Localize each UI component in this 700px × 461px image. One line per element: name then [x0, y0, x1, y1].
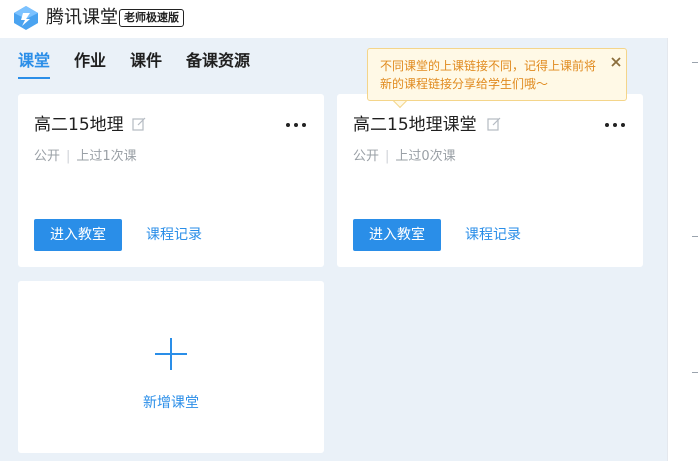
- right-side-panel: [667, 38, 700, 461]
- meta-separator: |: [66, 149, 71, 164]
- edition-badge: 老师极速版: [119, 9, 184, 27]
- class-session-count: 上过1次课: [76, 149, 137, 164]
- class-title: 高二15地理: [34, 115, 124, 135]
- class-status: 公开: [34, 149, 61, 164]
- app-logo-icon: [14, 6, 38, 30]
- active-tab-indicator: [18, 77, 50, 79]
- tab-homework[interactable]: 作业: [74, 49, 106, 73]
- tab-lesson-resources[interactable]: 备课资源: [186, 49, 250, 73]
- course-record-link[interactable]: 课程记录: [465, 225, 521, 245]
- class-status: 公开: [353, 149, 380, 164]
- more-options-icon[interactable]: [604, 122, 626, 128]
- class-title: 高二15地理课堂: [353, 115, 477, 135]
- side-panel-mark: [692, 62, 698, 63]
- tab-courseware[interactable]: 课件: [130, 49, 162, 73]
- side-panel-mark: [692, 372, 698, 373]
- class-session-count: 上过0次课: [395, 149, 456, 164]
- add-class-label: 新增课堂: [143, 395, 199, 411]
- enter-classroom-button[interactable]: 进入教室: [34, 219, 122, 251]
- tab-classroom[interactable]: 课堂: [18, 49, 50, 73]
- edit-icon[interactable]: [487, 117, 501, 131]
- more-options-icon[interactable]: [285, 122, 307, 128]
- title-bar: 腾讯课堂 老师极速版: [0, 0, 700, 38]
- plus-icon: [155, 338, 187, 370]
- app-name: 腾讯课堂: [46, 7, 118, 28]
- course-record-link[interactable]: 课程记录: [146, 225, 202, 245]
- class-meta: 公开 | 上过1次课: [34, 148, 137, 166]
- meta-separator: |: [385, 149, 390, 164]
- close-icon[interactable]: [610, 56, 622, 68]
- side-panel-mark: [692, 236, 698, 237]
- tooltip-text: 不同课堂的上课链接不同，记得上课前将新的课程链接分享给学生们哦～: [380, 59, 597, 91]
- class-link-tooltip: 不同课堂的上课链接不同，记得上课前将新的课程链接分享给学生们哦～: [367, 48, 627, 101]
- class-card: 高二15地理 公开 | 上过1次课 进入教室 课程记录: [18, 94, 324, 267]
- class-meta: 公开 | 上过0次课: [353, 148, 456, 166]
- edit-icon[interactable]: [132, 117, 146, 131]
- add-class-card[interactable]: 新增课堂: [18, 281, 324, 453]
- class-card: 高二15地理课堂 公开 | 上过0次课 进入教室 课程记录: [337, 94, 643, 267]
- enter-classroom-button[interactable]: 进入教室: [353, 219, 441, 251]
